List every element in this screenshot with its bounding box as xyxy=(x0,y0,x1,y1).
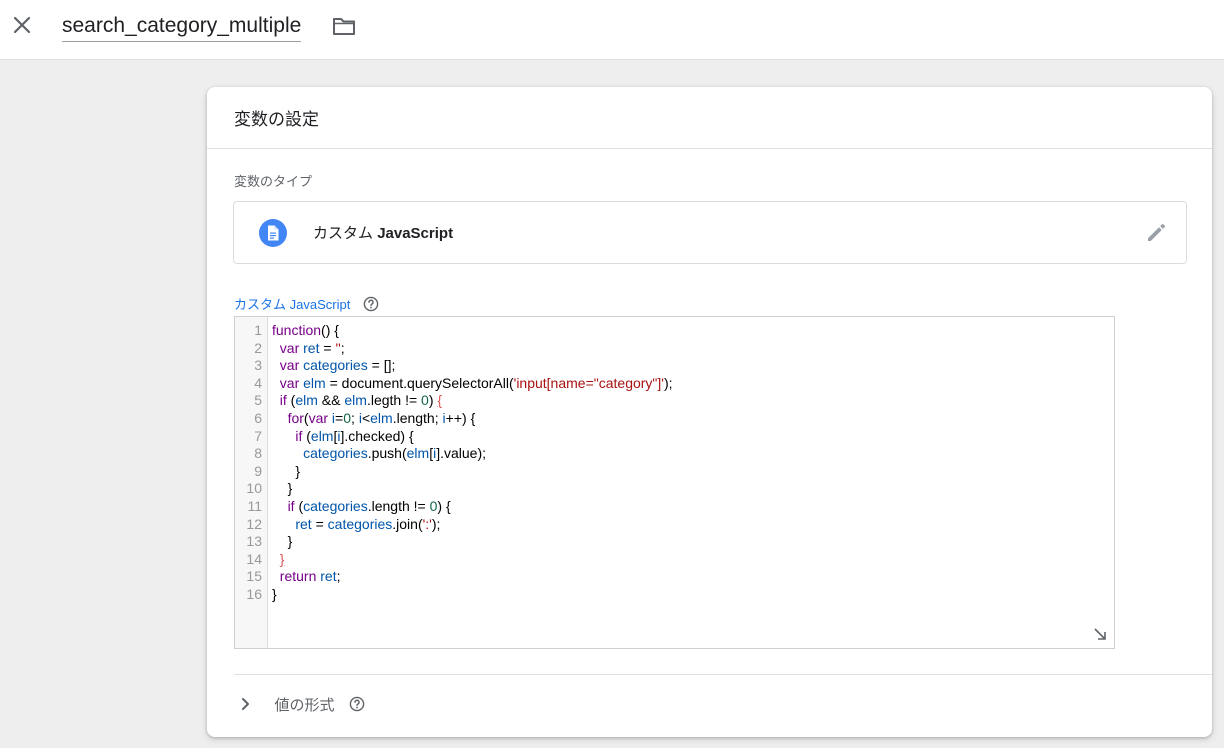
code-line: var ret = ''; xyxy=(279,339,345,356)
line-number: 15 xyxy=(246,568,262,585)
document-icon xyxy=(259,219,287,247)
code-line: categories.push(elm[i].value); xyxy=(303,445,487,462)
code-line: return ret; xyxy=(279,568,341,585)
code-line: if (elm && elm.legth != 0) { xyxy=(279,392,443,409)
folder-icon[interactable] xyxy=(331,14,357,38)
card-title: 変数の設定 xyxy=(234,110,319,129)
line-number: 3 xyxy=(254,357,262,374)
line-number: 4 xyxy=(254,374,262,391)
code-line: } xyxy=(287,533,293,550)
line-number: 11 xyxy=(247,497,262,514)
resize-handle-icon[interactable] xyxy=(1092,626,1108,642)
line-number: 14 xyxy=(246,550,262,567)
variable-type-label: 変数のタイプ xyxy=(234,174,313,189)
type-name-prefix: カスタム xyxy=(313,225,374,242)
code-content[interactable]: function() { var ret = ''; var categorie… xyxy=(272,322,673,604)
pencil-icon[interactable] xyxy=(1144,221,1168,245)
line-number: 16 xyxy=(246,585,262,602)
line-number: 6 xyxy=(254,409,262,426)
code-editor[interactable]: 1 2 3 4 5 6 7 8 9 10 11 12 13 14 15 16 function() { var… xyxy=(234,316,1115,649)
code-line: } xyxy=(287,480,293,497)
line-number: 13 xyxy=(246,533,262,550)
help-icon[interactable] xyxy=(363,296,379,312)
code-line: var categories = []; xyxy=(279,357,396,374)
value-format-toggle[interactable]: 値の形式 xyxy=(234,693,365,715)
variable-type-name: カスタム JavaScript xyxy=(313,222,453,243)
code-line: function() { xyxy=(272,322,339,338)
close-icon[interactable] xyxy=(8,11,36,39)
line-number: 7 xyxy=(254,427,262,444)
variable-name-input[interactable]: search_category_multiple xyxy=(62,12,302,42)
line-number: 8 xyxy=(254,445,262,462)
code-label-row: カスタム JavaScript xyxy=(234,294,379,312)
help-icon[interactable] xyxy=(349,696,365,712)
line-number: 12 xyxy=(246,515,262,532)
chevron-right-icon xyxy=(234,693,256,715)
code-line: if (categories.length != 0) { xyxy=(287,497,451,514)
code-line: } xyxy=(279,550,285,567)
code-line: var elm = document.querySelectorAll('inp… xyxy=(279,374,673,391)
line-number: 9 xyxy=(254,462,262,479)
divider xyxy=(234,674,1212,675)
line-number: 1 xyxy=(254,322,262,338)
code-line: if (elm[i].checked) { xyxy=(295,427,414,444)
variable-config-card: 変数の設定 変数のタイプ カスタム JavaScript カスタム JavaSc… xyxy=(207,87,1212,737)
code-line: for(var i=0; i<elm.length; i++) { xyxy=(287,409,476,426)
card-header: 変数の設定 xyxy=(207,87,1212,149)
line-number: 2 xyxy=(254,339,262,356)
code-line: ret = categories.join(':'); xyxy=(295,515,441,532)
type-name-bold: JavaScript xyxy=(377,225,454,242)
value-format-label: 値の形式 xyxy=(274,696,335,714)
line-number: 5 xyxy=(254,392,262,409)
top-bar: search_category_multiple xyxy=(0,0,1224,60)
line-number: 10 xyxy=(246,480,262,497)
custom-js-label: カスタム JavaScript xyxy=(234,297,351,312)
line-number-gutter: 1 2 3 4 5 6 7 8 9 10 11 12 13 14 15 16 xyxy=(235,317,268,648)
code-line: } xyxy=(295,462,301,479)
code-line: } xyxy=(272,585,277,602)
variable-type-selector[interactable]: カスタム JavaScript xyxy=(233,201,1187,264)
